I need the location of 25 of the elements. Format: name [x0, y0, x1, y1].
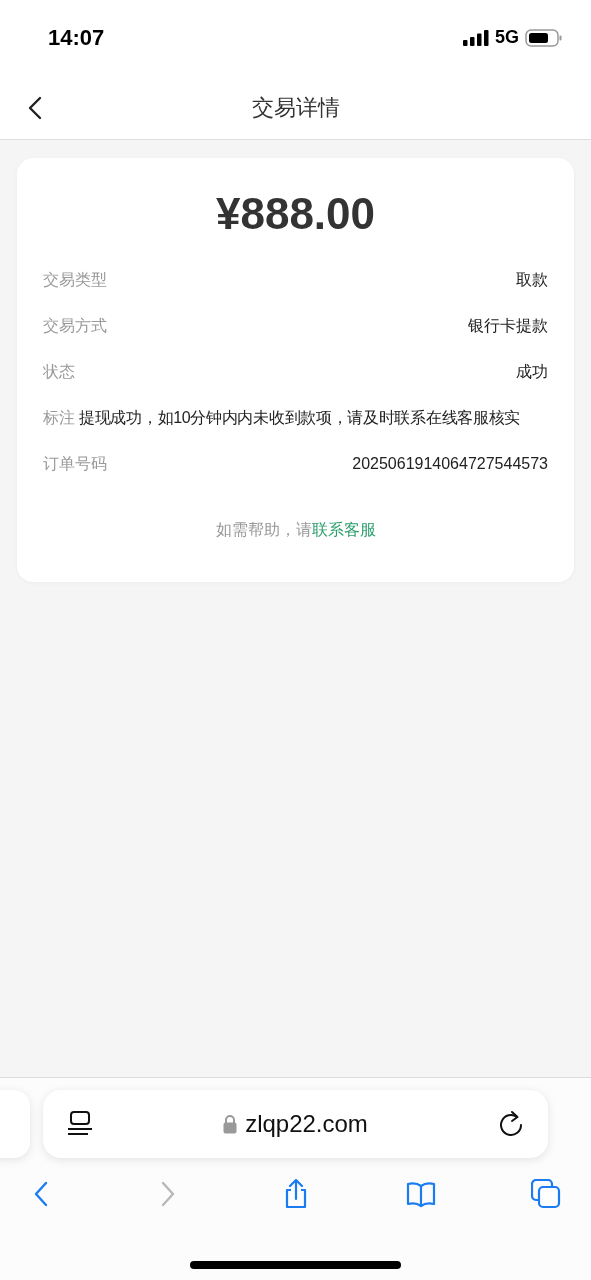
page-title: 交易详情 [251, 93, 340, 122]
battery-icon [525, 28, 563, 47]
url-text: zlqp22.com [245, 1109, 368, 1139]
detail-label: 状态 [43, 362, 75, 382]
detail-label: 交易类型 [43, 270, 107, 290]
detail-label: 交易方式 [43, 316, 107, 336]
amount-text: ¥888.00 [215, 188, 376, 240]
help-text: 如需帮助，请联系客服 [215, 520, 376, 540]
reader-icon[interactable] [67, 1110, 93, 1138]
network-label: 5G [495, 26, 519, 49]
tabs-icon[interactable] [531, 1178, 561, 1210]
contact-link[interactable]: 联系客服 [311, 521, 376, 538]
reload-icon[interactable] [498, 1110, 524, 1138]
detail-value: 成功 [516, 362, 548, 382]
detail-label: 订单号码 [43, 454, 107, 474]
back-icon [28, 96, 42, 120]
detail-value: 取款 [516, 270, 548, 290]
detail-value: 2025061914064727544573 [352, 454, 548, 474]
status-time: 14:07 [48, 24, 105, 52]
address-bar[interactable]: zlqp22.com [43, 1090, 548, 1158]
detail-value: 提现成功，如10分钟内内未收到款项，请及时联系在线客服核实 [79, 408, 521, 428]
signal-icon [463, 29, 489, 46]
detail-label: 标注 [43, 408, 75, 428]
lock-icon [223, 1114, 238, 1134]
detail-value: 银行卡提款 [468, 316, 548, 336]
